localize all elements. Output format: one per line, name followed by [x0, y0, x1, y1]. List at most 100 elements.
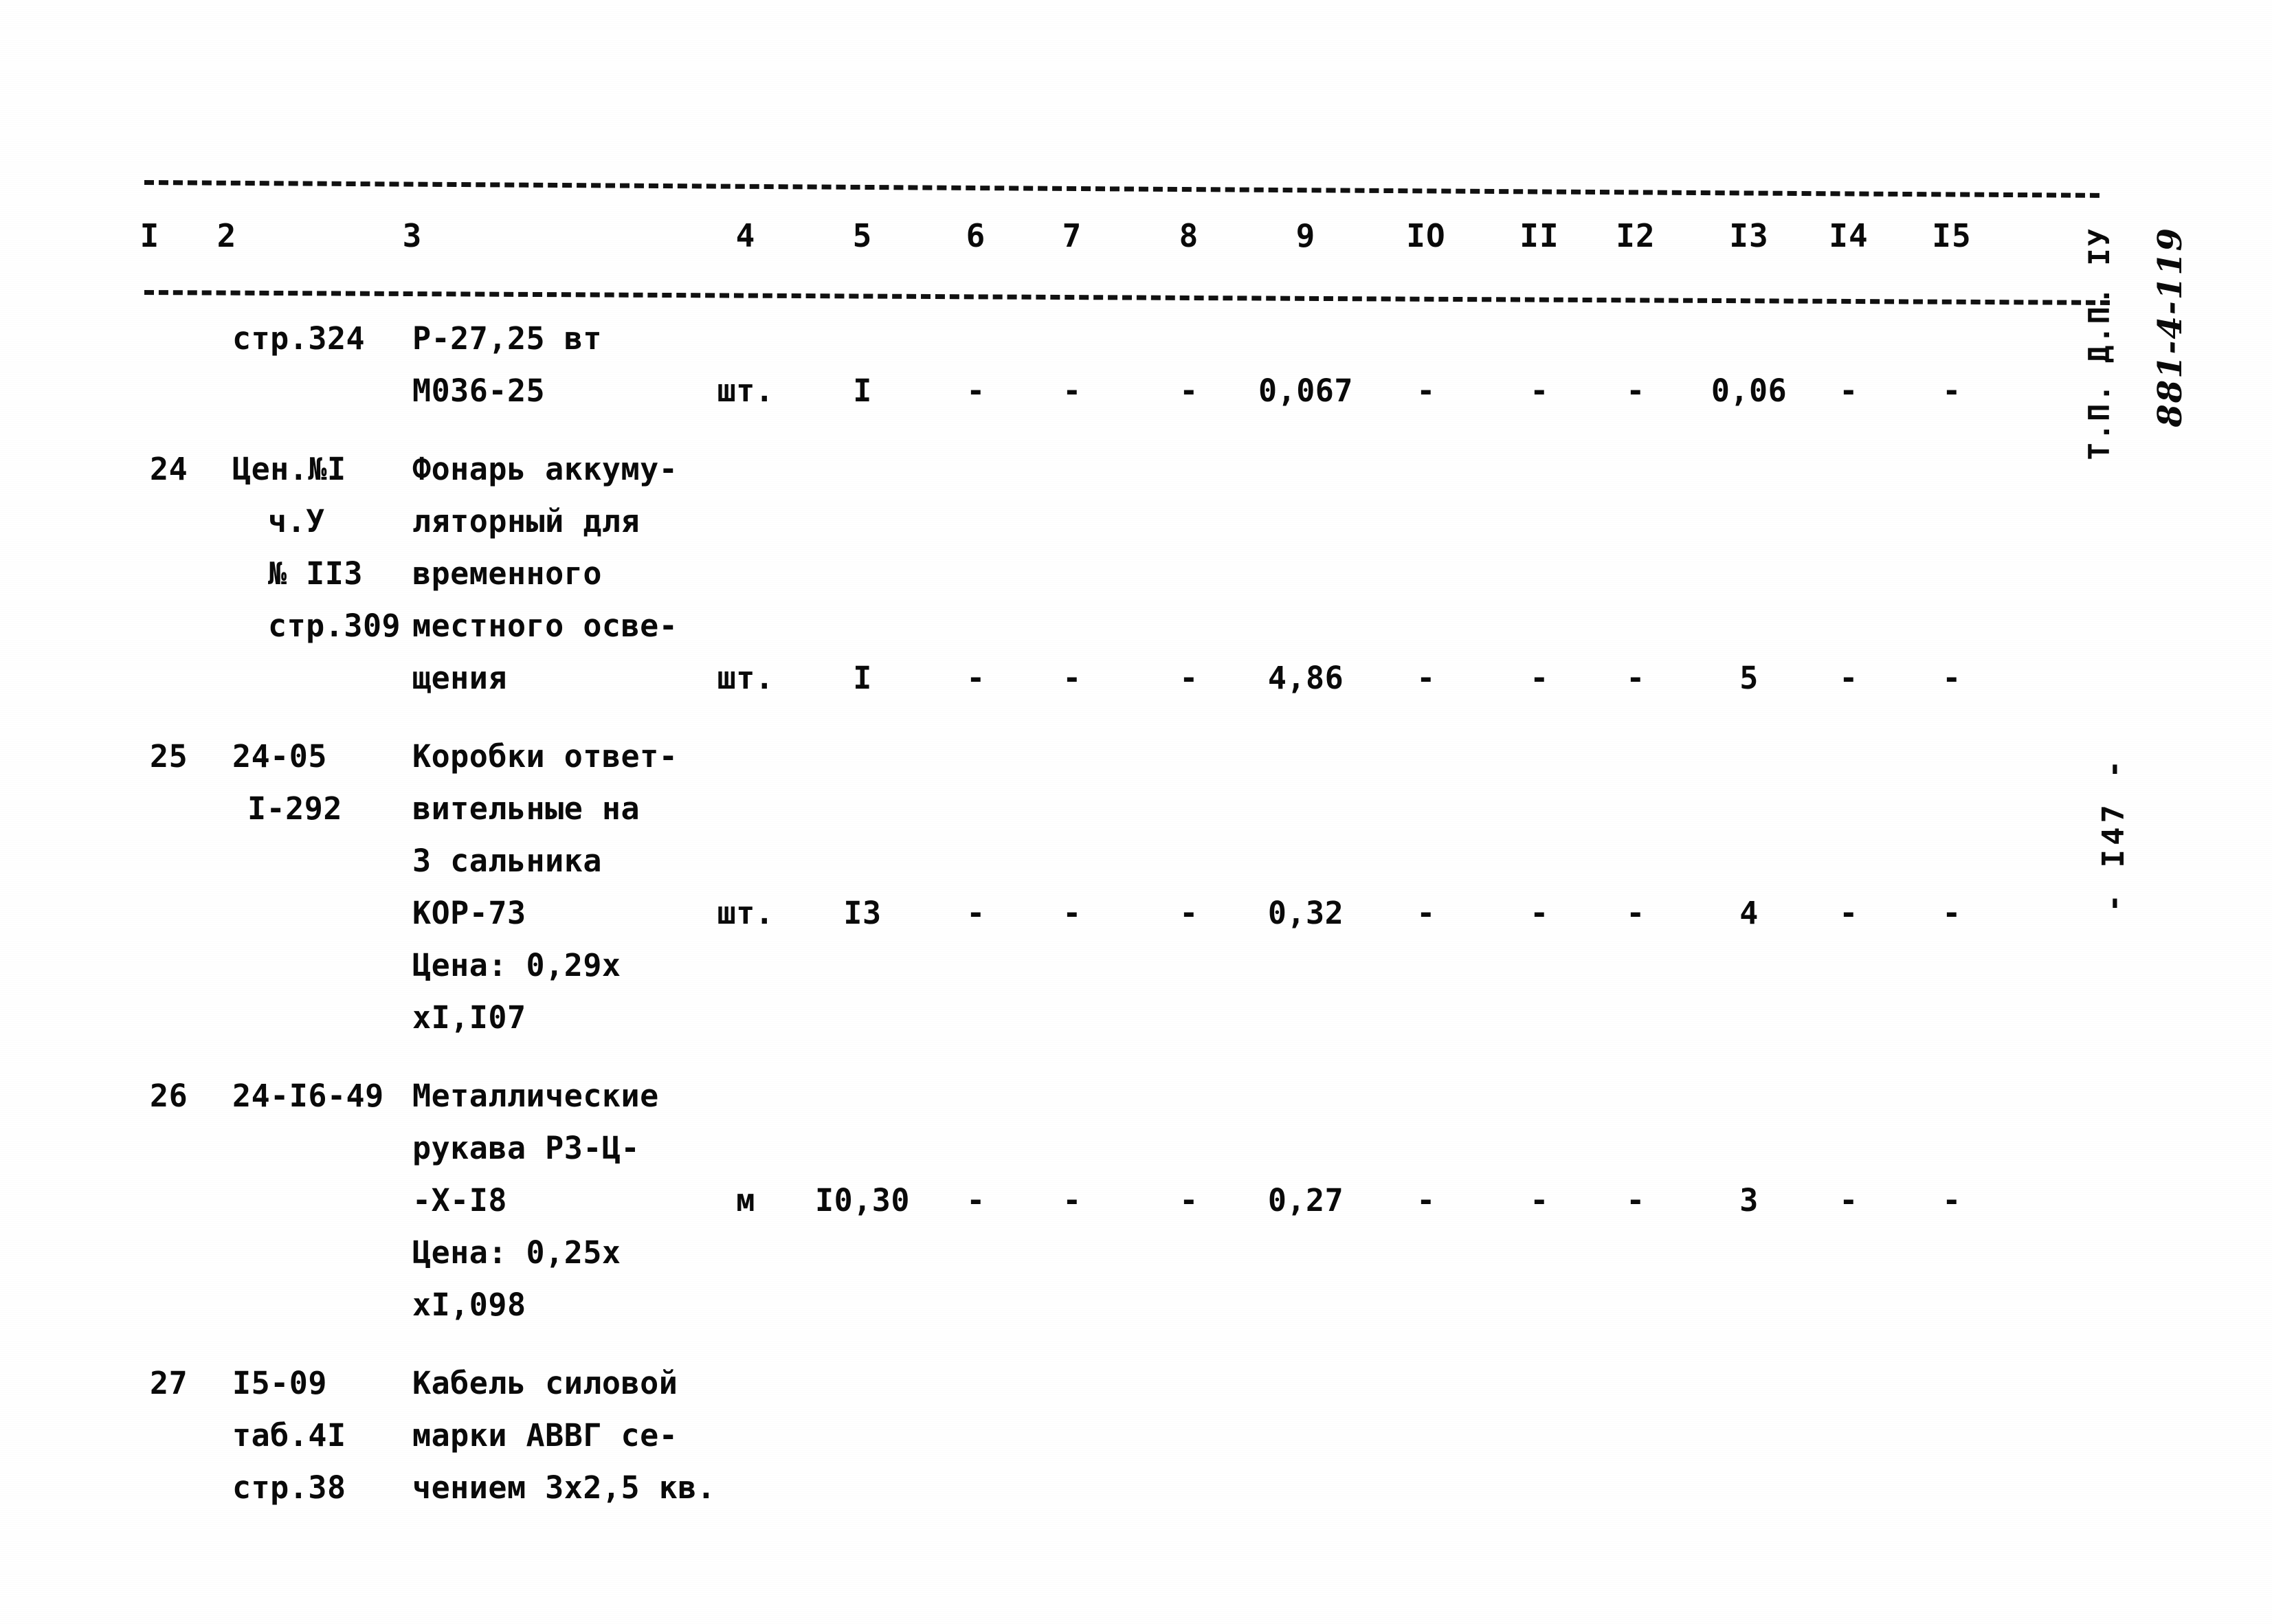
row-unit-cell: м: [736, 1182, 755, 1219]
row-value-cell-col11: -: [1530, 660, 1549, 696]
row-value-cell-col9: 0,32: [1267, 895, 1344, 931]
row-value-cell-col5: IЗ: [843, 895, 882, 931]
column-header-5: 5: [852, 217, 873, 254]
column-header-11: II: [1519, 217, 1559, 254]
row-value-cell-col15: -: [1942, 372, 1961, 409]
row-description-line: рукава РЗ-Ц-: [412, 1130, 641, 1166]
column-header-15: I5: [1932, 217, 1972, 254]
row-description-line: М036-25: [412, 372, 546, 409]
row-position-number: 27: [150, 1365, 188, 1401]
row-code-line: Цен.№I: [232, 451, 346, 487]
column-header-12: I2: [1616, 217, 1656, 254]
row-value-cell-col14: -: [1839, 1182, 1858, 1219]
row-code-line: I5-09: [232, 1365, 327, 1401]
row-value-cell-col6: -: [966, 895, 985, 931]
row-code-line: стр.309: [268, 608, 401, 644]
column-header-14: I4: [1829, 217, 1869, 254]
column-header-6: 6: [966, 217, 986, 254]
row-value-cell-col11: -: [1530, 895, 1549, 931]
row-value-cell-col6: -: [966, 660, 985, 696]
row-value-cell-col5: I: [853, 372, 872, 409]
row-value-cell-col12: -: [1626, 1182, 1645, 1219]
row-description-line: Цена: 0,25х: [412, 1234, 621, 1271]
column-header-8: 8: [1179, 217, 1199, 254]
row-description-line: чением 3х2,5 кв.: [412, 1469, 716, 1506]
row-description-line: местного осве-: [412, 608, 678, 644]
column-header-2: 2: [216, 217, 237, 254]
row-value-cell-col13: 0,06: [1711, 372, 1787, 409]
table-row: 27 I5-09 таб.4I стр.38 Кабель силовой марки А…: [0, 1357, 2272, 1540]
row-description-line: марки АВВГ се-: [412, 1417, 678, 1454]
row-unit-cell: шт.: [717, 372, 775, 409]
table-body: стр.324 Р-27,25 вт М036-25 шт. I - - - 0,067 - - - 0…: [0, 313, 2272, 1540]
row-position-number: 26: [150, 1078, 188, 1114]
row-description-line: вительные на: [412, 790, 641, 827]
row-description-line: -Х-I8: [412, 1182, 507, 1219]
row-description-line: Кабель силовой: [412, 1365, 678, 1401]
column-header-10: IO: [1406, 217, 1446, 254]
margin-stamp-typed: Т.П. Д.П. IУ: [2082, 227, 2116, 460]
row-code-line: № IIЗ: [268, 555, 363, 592]
row-value-cell-col7: -: [1062, 1182, 1082, 1219]
table-row: стр.324 Р-27,25 вт М036-25 шт. I - - - 0,067 - - - 0…: [0, 313, 2272, 443]
row-value-cell-col14: -: [1839, 660, 1858, 696]
table-row: 25 24-05 I-292 Коробки ответ-вительные на 3 …: [0, 731, 2272, 1070]
row-description-line: 3 сальника: [412, 843, 602, 879]
column-header-9: 9: [1295, 217, 1316, 254]
row-description-line: Металлические: [412, 1078, 659, 1114]
header-bottom-dashed-rule: [144, 290, 2110, 305]
row-value-cell-col11: -: [1530, 372, 1549, 409]
row-value-cell-col8: -: [1179, 660, 1199, 696]
row-value-cell-col15: -: [1942, 895, 1961, 931]
row-value-cell-col9: 0,27: [1267, 1182, 1344, 1219]
row-description-line: Фонарь аккуму-: [412, 451, 678, 487]
row-value-cell-col13: 4: [1739, 895, 1759, 931]
row-value-cell-col7: -: [1062, 895, 1082, 931]
row-value-cell-col6: -: [966, 372, 985, 409]
page-number: - I47 -: [2096, 756, 2131, 913]
table-row: 24 Цен.№I ч.У № IIЗ стр.309 Фонарь аккуму-лят…: [0, 443, 2272, 731]
row-description-line: щения: [412, 660, 507, 696]
column-header-row: I 2 3 4 5 6 7 8 9 IO II I2 I3 I4 I5: [0, 214, 2272, 264]
row-value-cell-col14: -: [1839, 372, 1858, 409]
row-description-line: Цена: 0,29х: [412, 947, 621, 983]
row-value-cell-col13: 5: [1739, 660, 1759, 696]
row-value-cell-col13: 3: [1739, 1182, 1759, 1219]
row-value-cell-col7: -: [1062, 372, 1082, 409]
row-value-cell-col9: 0,067: [1258, 372, 1353, 409]
column-header-1: I: [140, 217, 160, 254]
row-value-cell-col14: -: [1839, 895, 1858, 931]
row-code-line: стр.324: [232, 320, 366, 357]
row-code-line: 24-I6-49: [232, 1078, 384, 1114]
row-value-cell-col10: -: [1416, 660, 1436, 696]
table-top-dashed-rule: [144, 180, 2100, 198]
row-code-line: I-292: [247, 790, 342, 827]
row-code-line: стр.38: [232, 1469, 346, 1506]
row-value-cell-col12: -: [1626, 895, 1645, 931]
row-value-cell-col10: -: [1416, 1182, 1436, 1219]
column-header-7: 7: [1062, 217, 1082, 254]
row-value-cell-col15: -: [1942, 660, 1961, 696]
row-code-line: ч.У: [268, 503, 325, 540]
row-description-line: хI,I07: [412, 999, 526, 1036]
row-position-number: 24: [150, 451, 188, 487]
row-position-number: 25: [150, 738, 188, 775]
row-description-line: Коробки ответ-: [412, 738, 678, 775]
column-header-13: I3: [1729, 217, 1769, 254]
row-value-cell-col11: -: [1530, 1182, 1549, 1219]
row-description-line: временного: [412, 555, 602, 592]
row-value-cell-col8: -: [1179, 372, 1199, 409]
row-value-cell-col7: -: [1062, 660, 1082, 696]
row-value-cell-col5: I: [853, 660, 872, 696]
table-row: 26 24-I6-49 Металлические рукава РЗ-Ц- -Х-I8…: [0, 1070, 2272, 1357]
row-value-cell-col10: -: [1416, 372, 1436, 409]
row-value-cell-col12: -: [1626, 372, 1645, 409]
row-description-line: Р-27,25 вт: [412, 320, 602, 357]
document-page: I 2 3 4 5 6 7 8 9 IO II I2 I3 I4 I5 стр.324 Р-27,25 вт М…: [0, 0, 2272, 1624]
row-value-cell-col5: I0,30: [815, 1182, 910, 1219]
row-description-line: хI,098: [412, 1287, 526, 1323]
row-unit-cell: шт.: [717, 660, 775, 696]
row-code-line: таб.4I: [232, 1417, 346, 1454]
row-value-cell-col8: -: [1179, 895, 1199, 931]
row-value-cell-col10: -: [1416, 895, 1436, 931]
